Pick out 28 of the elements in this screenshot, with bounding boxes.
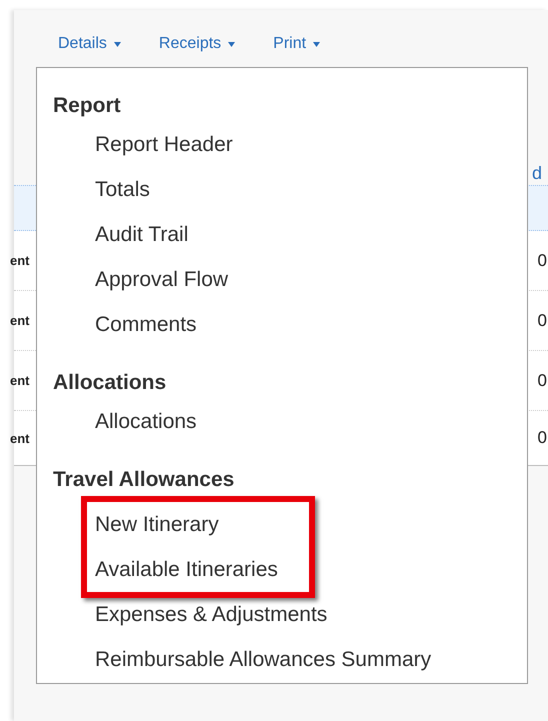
table-cell: 0 [538,428,547,448]
table-cell: ent [10,313,30,328]
menu-section-title: Report [53,93,122,119]
toolbar-menu-button[interactable]: Receipts [158,32,236,56]
toolbar-menu-button[interactable]: Details [58,32,121,56]
menu-item[interactable]: Audit Trail [95,212,527,257]
table-cell: ent [10,430,30,446]
menu-item[interactable]: Available Itineraries [95,547,309,592]
table-cell: ent [10,253,30,268]
table-cell: ent [10,373,30,388]
menu-item[interactable]: Allocations [95,399,527,444]
caret-icon [114,42,121,46]
menu-item[interactable]: Report Header [95,122,527,167]
menu-item[interactable]: Comments [95,302,527,347]
link-text[interactable]: d [532,163,542,184]
toolbar-menu-button[interactable]: Print [273,32,320,56]
menu-section-title: Allocations [53,370,168,396]
menu-item[interactable]: Totals [95,167,527,212]
caret-icon [228,42,236,46]
menu-item[interactable]: New Itinerary [95,502,309,547]
menu-section-title: Travel Allowances [53,467,236,493]
menu-item[interactable]: Approval Flow [95,257,527,302]
table-cell: 0 [538,250,547,270]
menu-item[interactable]: Expenses & Adjustments [95,592,527,637]
table-cell: 0 [538,310,547,330]
caret-icon [313,42,320,46]
table-cell: 0 [538,370,547,390]
menu-item[interactable]: Reimbursable Allowances Summary [95,637,527,682]
